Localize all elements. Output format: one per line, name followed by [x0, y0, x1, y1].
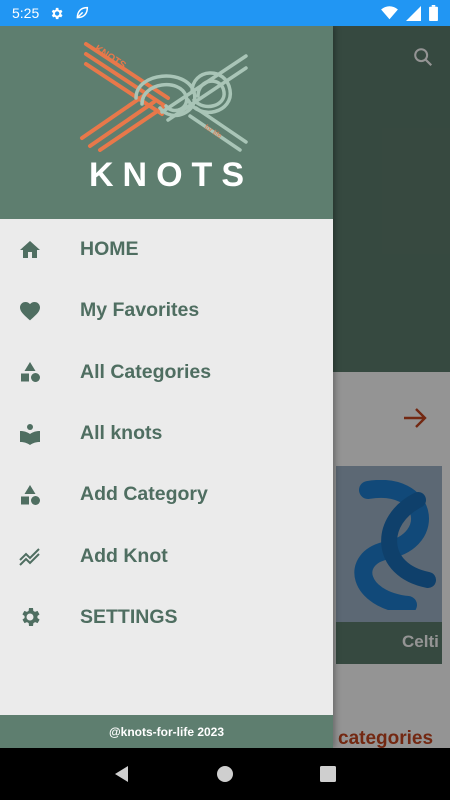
heart-icon: [0, 299, 80, 323]
menu-label-add-category: Add Category: [80, 483, 208, 506]
system-nav-bar: [0, 748, 450, 800]
status-bar: 5:25: [0, 0, 450, 26]
navigation-drawer: KNOTS for life KNOTS HOME My Favorites A…: [0, 26, 333, 748]
menu-label-home: HOME: [80, 238, 139, 261]
home-icon: [0, 238, 80, 262]
menu-label-all-knots: All knots: [80, 422, 163, 445]
status-time: 5:25: [12, 5, 40, 21]
drawer-footer: @knots-for-life 2023: [0, 715, 333, 748]
settings-gear-icon: [49, 6, 64, 21]
drawer-menu: HOME My Favorites All Categories All kno…: [0, 219, 333, 648]
battery-icon: [429, 5, 438, 21]
menu-item-add-knot[interactable]: Add Knot: [0, 525, 333, 586]
menu-label-settings: SETTINGS: [80, 605, 178, 628]
leaf-icon: [74, 5, 90, 21]
menu-item-add-category[interactable]: Add Category: [0, 464, 333, 525]
menu-item-home[interactable]: HOME: [0, 219, 333, 280]
drawer-header: KNOTS for life KNOTS: [0, 26, 333, 219]
knots-logo: KNOTS for life: [80, 42, 248, 152]
menu-item-all-categories[interactable]: All Categories: [0, 342, 333, 403]
settings-icon: [0, 605, 80, 629]
logo-text: KNOTS: [92, 43, 128, 71]
book-reader-icon: [0, 422, 80, 446]
back-icon[interactable]: [102, 754, 142, 794]
category-icon: [0, 360, 80, 384]
brand-title: KNOTS: [89, 156, 253, 194]
menu-label-add-knot: Add Knot: [80, 544, 168, 567]
menu-item-favorites[interactable]: My Favorites: [0, 280, 333, 341]
menu-label-favorites: My Favorites: [80, 299, 200, 322]
menu-item-settings[interactable]: SETTINGS: [0, 587, 333, 648]
recents-square-icon[interactable]: [308, 754, 348, 794]
home-circle-icon[interactable]: [205, 754, 245, 794]
trending-icon: [0, 544, 80, 568]
menu-label-all-categories: All Categories: [80, 360, 212, 383]
wifi-icon: [381, 6, 398, 20]
menu-item-all-knots[interactable]: All knots: [0, 403, 333, 464]
signal-icon: [406, 5, 421, 21]
category-icon: [0, 483, 80, 507]
